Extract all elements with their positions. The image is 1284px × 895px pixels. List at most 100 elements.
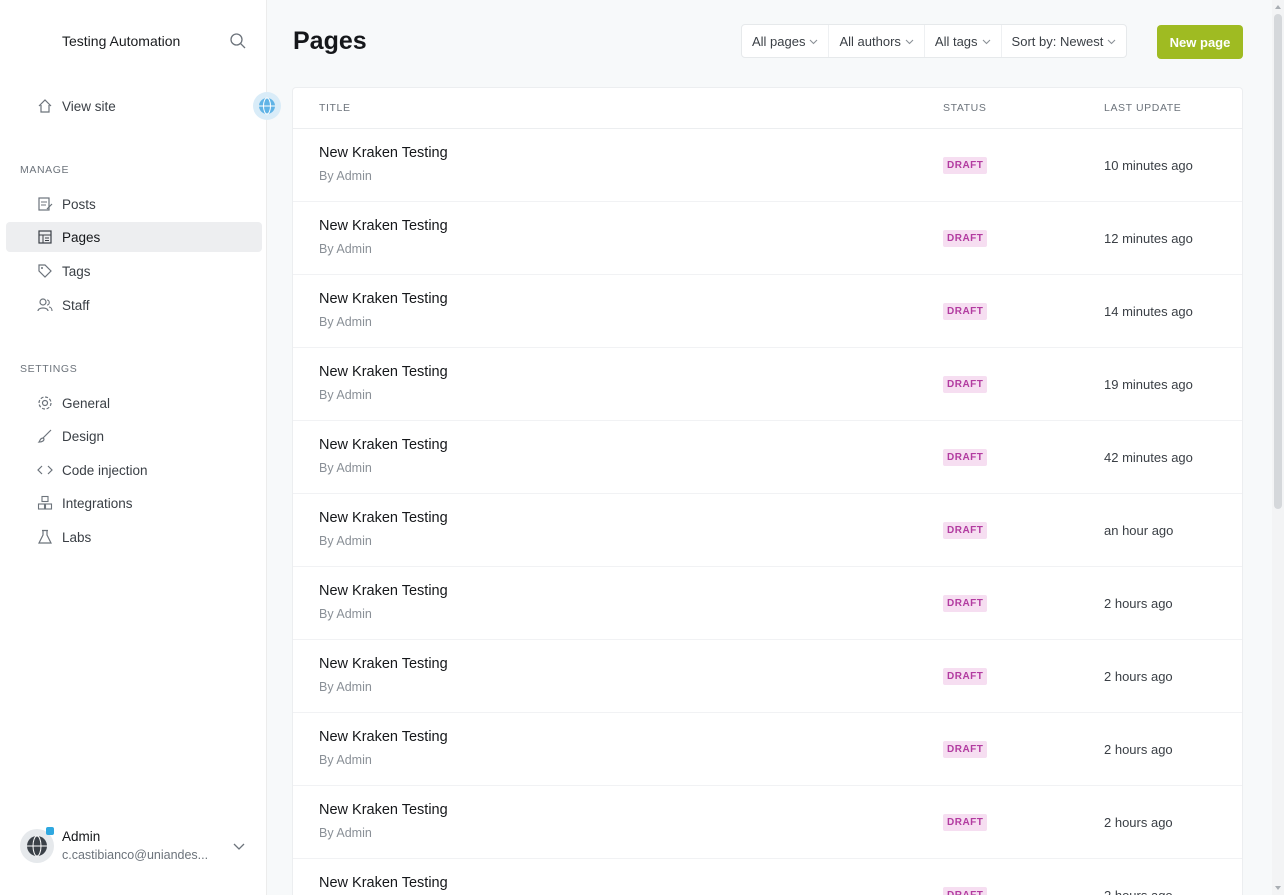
- status-badge: DRAFT: [943, 230, 988, 247]
- last-update: 14 minutes ago: [1104, 304, 1193, 319]
- page-author: By Admin: [319, 388, 372, 402]
- filter-authors[interactable]: All authors: [829, 25, 925, 57]
- page-title-link[interactable]: New Kraken Testing: [319, 875, 448, 891]
- page-title-link[interactable]: New Kraken Testing: [319, 583, 448, 599]
- page-title: Pages: [293, 27, 367, 55]
- pages-icon: [36, 228, 54, 246]
- status-badge: DRAFT: [943, 741, 988, 758]
- table-row[interactable]: New Kraken Testing By Admin DRAFT 14 minute…: [293, 275, 1242, 348]
- sidebar-item-staff[interactable]: Staff: [6, 290, 262, 320]
- home-icon: [36, 97, 54, 115]
- integrations-icon: [36, 494, 54, 512]
- scroll-up-icon[interactable]: [1274, 3, 1282, 11]
- view-site-link[interactable]: View site: [6, 91, 262, 121]
- page-title-link[interactable]: New Kraken Testing: [319, 145, 448, 161]
- page-author: By Admin: [319, 169, 372, 183]
- table-row[interactable]: New Kraken Testing By Admin DRAFT 2 hours a…: [293, 713, 1242, 786]
- page-title-link[interactable]: New Kraken Testing: [319, 656, 448, 672]
- last-update: 2 hours ago: [1104, 742, 1173, 757]
- chevron-down-icon: [810, 39, 818, 44]
- page-title-link[interactable]: New Kraken Testing: [319, 291, 448, 307]
- filter-page-type[interactable]: All pages: [742, 25, 830, 57]
- scrollbar[interactable]: [1272, 0, 1284, 895]
- table-body: New Kraken Testing By Admin DRAFT 10 minute…: [293, 129, 1242, 895]
- page-author: By Admin: [319, 242, 372, 256]
- table-row[interactable]: New Kraken Testing By Admin DRAFT 10 minute…: [293, 129, 1242, 202]
- sidebar-item-label: Design: [62, 428, 105, 444]
- table-row[interactable]: New Kraken Testing By Admin DRAFT 19 minute…: [293, 348, 1242, 421]
- last-update: 2 hours ago: [1104, 888, 1173, 895]
- scroll-down-icon[interactable]: [1274, 884, 1282, 892]
- filter-sort[interactable]: Sort by: Newest: [1002, 25, 1127, 57]
- user-menu[interactable]: Admin c.castibianco@uniandes...: [20, 825, 255, 869]
- main-content: Pages All pages All authors All tags Sor…: [268, 0, 1284, 895]
- manage-section-label: MANAGE: [20, 164, 70, 176]
- settings-section-label: SETTINGS: [20, 363, 78, 375]
- page-title-link[interactable]: New Kraken Testing: [319, 218, 448, 234]
- page-title-link[interactable]: New Kraken Testing: [319, 510, 448, 526]
- status-badge: DRAFT: [943, 814, 988, 831]
- sidebar-item-tags[interactable]: Tags: [6, 256, 262, 286]
- view-site-label: View site: [62, 98, 116, 114]
- table-row[interactable]: New Kraken Testing By Admin DRAFT 2 hours a…: [293, 567, 1242, 640]
- sidebar-item-label: Posts: [62, 196, 96, 212]
- table-row[interactable]: New Kraken Testing By Admin DRAFT an hour a…: [293, 494, 1242, 567]
- sidebar-item-label: Staff: [62, 297, 90, 313]
- pages-table: TITLE STATUS LAST UPDATE New Kraken Test…: [292, 87, 1243, 895]
- sidebar-item-label: Integrations: [62, 495, 133, 511]
- status-badge: DRAFT: [943, 522, 988, 539]
- search-icon[interactable]: [229, 32, 247, 50]
- page-title-link[interactable]: New Kraken Testing: [319, 802, 448, 818]
- gear-icon: [36, 394, 54, 412]
- filter-label: All pages: [752, 33, 806, 49]
- column-status: STATUS: [943, 102, 987, 114]
- page-title-link[interactable]: New Kraken Testing: [319, 364, 448, 380]
- sidebar-item-labs[interactable]: Labs: [6, 522, 262, 552]
- sidebar-item-label: Pages: [62, 229, 101, 245]
- table-row[interactable]: New Kraken TestingBy AdminDRAFT2 hours a…: [293, 640, 1242, 713]
- page-author: By Admin: [319, 607, 372, 621]
- flask-icon: [36, 528, 54, 546]
- sidebar-item-general[interactable]: General: [6, 388, 262, 418]
- sidebar: Testing Automation View site MANAGE Post…: [0, 0, 281, 895]
- status-badge: [46, 827, 54, 835]
- status-badge: DRAFT: [943, 157, 988, 174]
- filter-bar: All pages All authors All tags Sort by: …: [741, 24, 1128, 58]
- page-title-link[interactable]: New Kraken Testing: [319, 729, 448, 745]
- chevron-down-icon: [982, 39, 990, 44]
- sidebar-item-posts[interactable]: Posts: [6, 189, 262, 219]
- user-name: Admin: [62, 829, 101, 844]
- globe-icon: [27, 835, 47, 857]
- posts-icon: [36, 195, 54, 213]
- filter-label: All tags: [934, 33, 978, 49]
- last-update: 2 hours ago: [1104, 815, 1173, 830]
- new-page-button[interactable]: New page: [1157, 25, 1243, 59]
- sidebar-item-design[interactable]: Design: [6, 421, 262, 451]
- brush-icon: [36, 427, 54, 445]
- last-update: an hour ago: [1104, 523, 1174, 538]
- table-row[interactable]: New Kraken Testing By Admin DRAFT 42 minute…: [293, 421, 1242, 494]
- sidebar-item-label: Tags: [62, 263, 91, 279]
- page-title-link[interactable]: New Kraken Testing: [319, 437, 448, 453]
- sidebar-item-pages[interactable]: Pages: [6, 222, 262, 252]
- sidebar-item-label: Code injection: [62, 462, 148, 478]
- last-update: 2 hours ago: [1104, 669, 1173, 684]
- page-author: By Admin: [319, 680, 372, 694]
- tag-icon: [36, 262, 54, 280]
- status-badge: DRAFT: [943, 595, 988, 612]
- sidebar-item-integrations[interactable]: Integrations: [6, 488, 262, 518]
- column-last-update: LAST UPDATE: [1104, 102, 1182, 114]
- status-badge: DRAFT: [943, 887, 988, 895]
- column-title: TITLE: [319, 102, 351, 114]
- last-update: 2 hours ago: [1104, 596, 1173, 611]
- table-row[interactable]: New Kraken TestingBy AdminDRAFT2 hours a…: [293, 859, 1242, 895]
- sidebar-item-code-injection[interactable]: Code injection: [6, 455, 262, 485]
- site-title[interactable]: Testing Automation: [62, 33, 180, 49]
- table-header: TITLE STATUS LAST UPDATE: [293, 88, 1242, 129]
- table-row[interactable]: New Kraken TestingBy AdminDRAFT2 hours a…: [293, 786, 1242, 859]
- filter-tags[interactable]: All tags: [925, 25, 1002, 57]
- table-row[interactable]: New Kraken Testing By Admin DRAFT 12 minute…: [293, 202, 1242, 275]
- chevron-down-icon: [1107, 39, 1116, 44]
- page-author: By Admin: [319, 753, 372, 767]
- scrollbar-thumb[interactable]: [1274, 14, 1282, 509]
